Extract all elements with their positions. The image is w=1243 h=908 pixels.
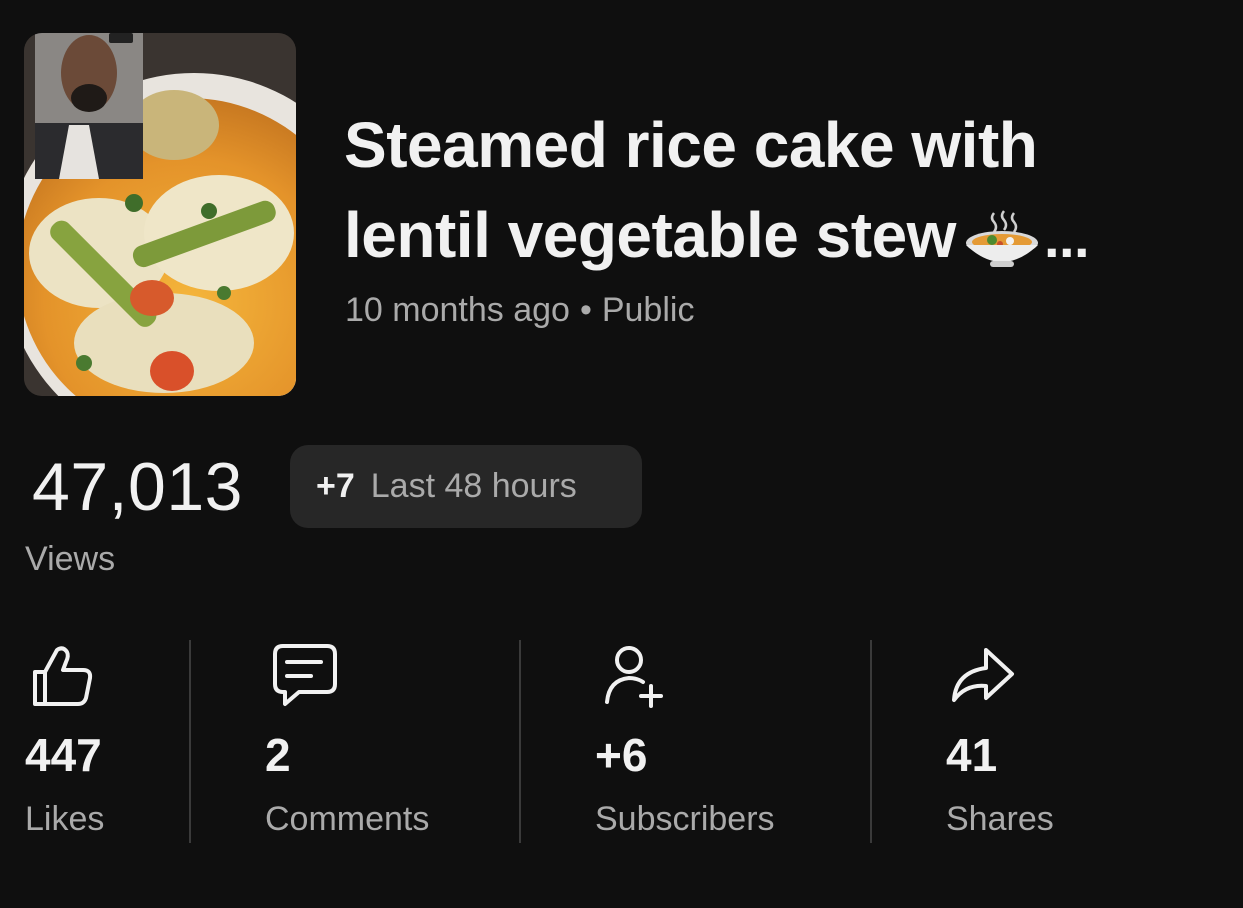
comments-label: Comments (265, 800, 430, 838)
comments-value: 2 (265, 729, 291, 781)
stat-divider (870, 640, 872, 843)
comment-icon (273, 644, 337, 706)
views-label: Views (25, 540, 116, 578)
stat-subscribers[interactable]: +6 Subscribers (595, 640, 775, 838)
likes-value: 447 (25, 729, 102, 781)
video-analytics-summary: Steamed rice cake with lentil vegetable … (0, 0, 1243, 908)
views-delta: +7 (316, 467, 355, 505)
video-thumbnail[interactable] (24, 33, 296, 396)
shares-value: 41 (946, 729, 998, 781)
stat-divider (519, 640, 521, 843)
stat-divider (189, 640, 191, 843)
video-meta: 10 months ago • Public (345, 291, 694, 330)
video-title[interactable]: Steamed rice cake with lentil vegetable … (344, 100, 1194, 283)
thumbs-up-icon (33, 646, 93, 706)
views-count: 47,013 (32, 449, 243, 525)
meta-separator: • (579, 291, 592, 329)
stat-comments[interactable]: 2 Comments (265, 640, 429, 838)
food-thumbnail-image (24, 33, 296, 396)
subscribers-value: +6 (595, 729, 648, 781)
video-age: 10 months ago (345, 291, 570, 329)
title-ellipsis: ... (1043, 206, 1090, 269)
add-person-icon (605, 646, 663, 708)
video-title-line-2: lentil vegetable stew ... (344, 190, 1194, 283)
stat-likes[interactable]: 447 Likes (25, 640, 104, 838)
views-delta-pill[interactable]: +7 Last 48 hours (290, 445, 642, 528)
views-delta-period: Last 48 hours (370, 467, 577, 505)
stew-bowl-emoji-icon (965, 210, 1038, 268)
stat-shares[interactable]: 41 Shares (946, 640, 1054, 838)
video-visibility: Public (601, 291, 695, 329)
video-title-line-1: Steamed rice cake with (344, 109, 1038, 181)
video-title-line-2-text: lentil vegetable stew (344, 199, 956, 271)
likes-label: Likes (25, 800, 105, 838)
subscribers-label: Subscribers (595, 800, 775, 838)
share-icon (952, 648, 1014, 702)
shares-label: Shares (946, 800, 1054, 838)
